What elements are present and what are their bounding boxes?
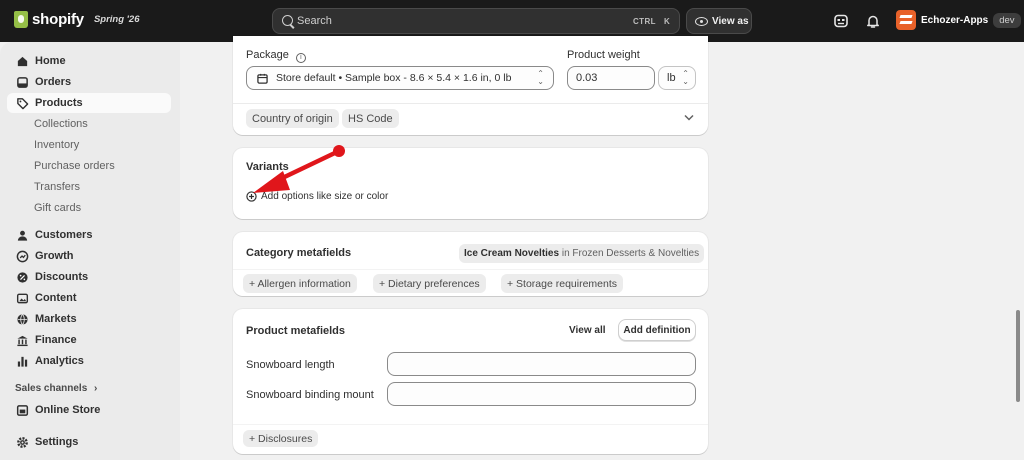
allergen-information-chip[interactable]: + Allergen information: [243, 274, 357, 293]
product-metafields-card: Product metafields View all Add definiti…: [233, 309, 708, 454]
divider: [233, 269, 708, 270]
category-badge[interactable]: Ice Cream Novelties in Frozen Desserts &…: [459, 244, 705, 263]
storage-requirements-chip[interactable]: + Storage requirements: [501, 274, 624, 293]
disclosures-chip[interactable]: + Disclosures: [243, 430, 319, 447]
dietary-preferences-chip[interactable]: + Dietary preferences: [373, 274, 486, 293]
category-name: Ice Cream Novelties: [464, 248, 560, 259]
view-all-link[interactable]: View all: [569, 325, 606, 336]
category-path: in Frozen Desserts & Novelties: [561, 248, 700, 259]
divider: [233, 424, 708, 425]
snowboard-length-label: Snowboard length: [246, 359, 335, 371]
page-scrollbar[interactable]: [1016, 310, 1020, 402]
product-metafields-title: Product metafields: [246, 325, 346, 337]
snowboard-length-input[interactable]: [387, 352, 696, 376]
category-metafields-title: Category metafields: [246, 247, 352, 259]
add-definition-button[interactable]: Add definition: [618, 319, 696, 341]
snowboard-binding-mount-label: Snowboard binding mount: [246, 389, 374, 401]
snowboard-binding-mount-input[interactable]: [387, 382, 696, 406]
category-metafields-card: Category metafields Ice Cream Novelties …: [233, 232, 708, 296]
